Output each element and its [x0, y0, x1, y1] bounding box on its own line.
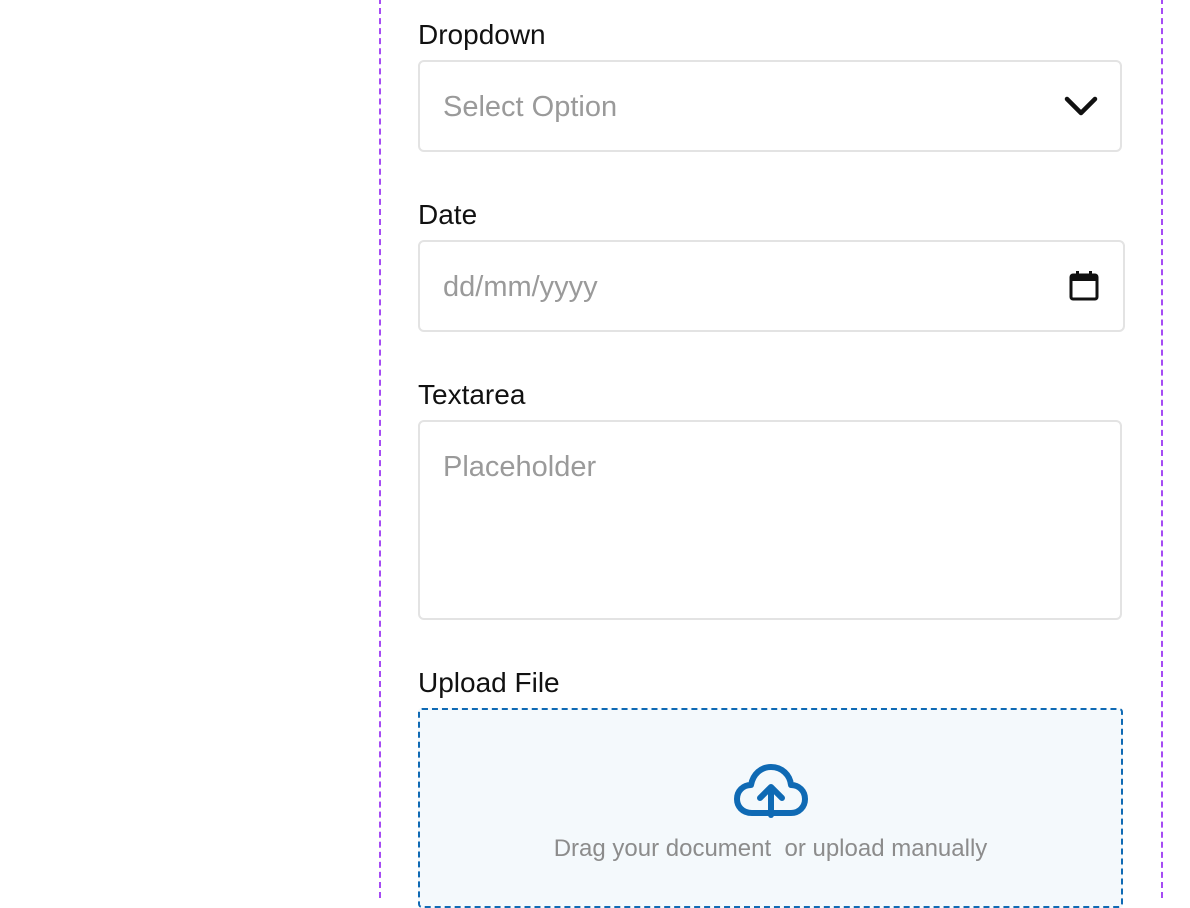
upload-dropzone[interactable]: Drag your document or upload manually — [418, 708, 1123, 908]
chevron-down-icon[interactable] — [1064, 95, 1098, 119]
textarea-placeholder: Placeholder — [443, 451, 597, 483]
dropdown-select[interactable]: Select Option — [418, 60, 1122, 152]
cloud-upload-icon — [734, 764, 808, 818]
date-label: Date — [418, 199, 478, 230]
textarea-field[interactable]: Placeholder — [418, 420, 1122, 620]
textarea-label: Textarea — [418, 379, 526, 410]
date-placeholder: dd/mm/yyyy — [443, 271, 598, 303]
dropdown-label: Dropdown — [418, 19, 546, 50]
upload-hint-text: Drag your document or upload manually — [553, 835, 988, 862]
dropdown-placeholder: Select Option — [443, 91, 618, 123]
date-input[interactable]: dd/mm/yyyy — [418, 240, 1125, 332]
calendar-icon[interactable] — [1069, 271, 1099, 301]
upload-label: Upload File — [418, 667, 560, 698]
